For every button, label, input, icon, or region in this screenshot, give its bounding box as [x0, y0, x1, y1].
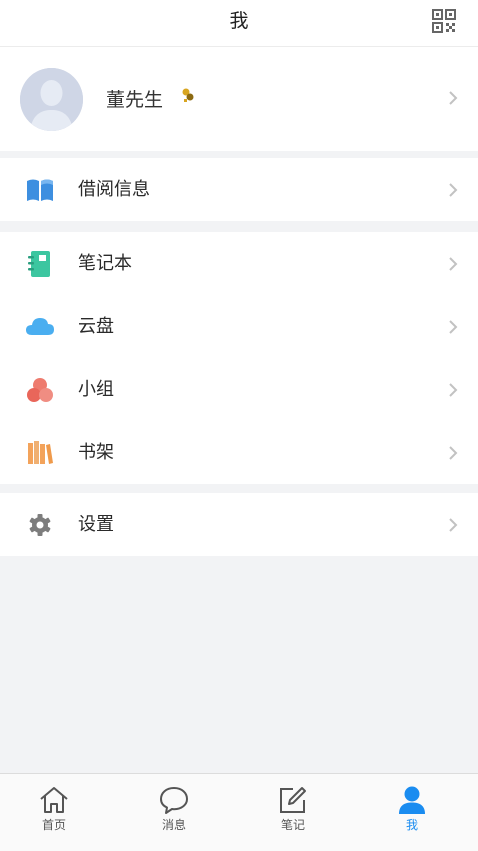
chevron-right-icon	[449, 91, 458, 105]
menu-item-label: 借阅信息	[78, 179, 150, 200]
menu-item-label: 设置	[78, 514, 114, 535]
menu-item-cloud-drive[interactable]: 云盘	[0, 295, 478, 358]
chevron-right-icon	[449, 518, 458, 532]
menu-section-settings: 设置	[0, 493, 478, 556]
message-icon	[160, 787, 188, 814]
tab-messages[interactable]: 消息	[134, 774, 214, 851]
cloud-icon	[26, 318, 54, 335]
menu-item-label: 云盘	[78, 316, 114, 337]
qr-code-icon[interactable]	[432, 9, 456, 33]
user-avatar[interactable]	[20, 68, 83, 131]
home-icon	[40, 787, 68, 813]
chevron-right-icon	[449, 320, 458, 334]
menu-item-settings[interactable]: 设置	[0, 493, 478, 556]
top-bar: 我	[0, 0, 478, 47]
menu-item-group[interactable]: 小组	[0, 358, 478, 421]
tab-notes[interactable]: 笔记	[253, 774, 333, 851]
chevron-right-icon	[449, 383, 458, 397]
menu-item-bookshelf[interactable]: 书架	[0, 421, 478, 484]
book-icon	[27, 179, 53, 201]
user-icon	[399, 786, 425, 814]
menu-section-borrow: 借阅信息	[0, 158, 478, 221]
user-name: 董先生	[106, 89, 164, 111]
bookshelf-icon	[28, 441, 53, 464]
tab-label: 消息	[161, 818, 186, 832]
chevron-right-icon	[449, 257, 458, 271]
tab-me[interactable]: 我	[372, 774, 452, 851]
chevron-right-icon	[449, 446, 458, 460]
menu-section-tools: 笔记本 云盘 小组 书架	[0, 232, 478, 484]
chevron-right-icon	[449, 183, 458, 197]
tab-label: 笔记	[280, 818, 305, 832]
tab-label: 我	[405, 818, 418, 832]
group-icon	[27, 378, 53, 402]
menu-item-label: 笔记本	[78, 253, 132, 274]
bottom-tab-bar: 首页 消息 笔记 我	[0, 773, 478, 851]
menu-item-borrow-info[interactable]: 借阅信息	[0, 158, 478, 221]
rank-badge-icon	[182, 88, 194, 102]
note-edit-icon	[280, 787, 306, 813]
tab-home[interactable]: 首页	[14, 774, 94, 851]
gear-icon	[29, 514, 51, 536]
menu-item-label: 书架	[78, 442, 114, 463]
tab-label: 首页	[41, 818, 66, 832]
menu-item-notebook[interactable]: 笔记本	[0, 232, 478, 295]
profile-row[interactable]: 董先生	[0, 47, 478, 151]
menu-item-label: 小组	[78, 379, 114, 400]
notebook-icon	[28, 251, 50, 277]
page-title: 我	[229, 10, 249, 32]
